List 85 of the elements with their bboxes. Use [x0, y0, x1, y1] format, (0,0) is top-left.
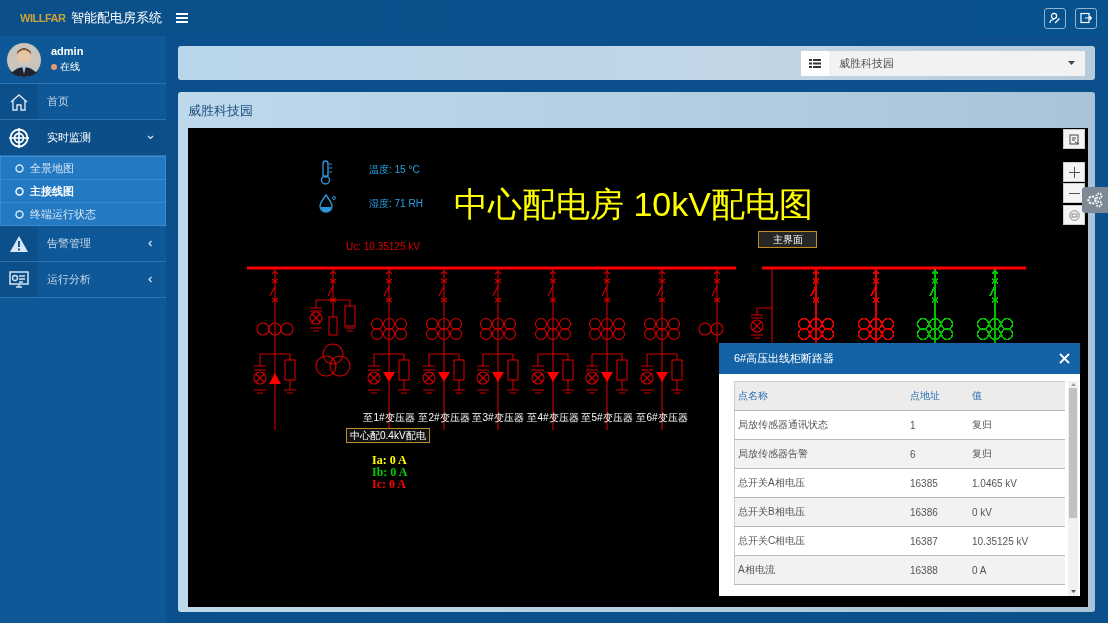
table-cell: 0 kV — [969, 497, 1066, 527]
submenu-item[interactable]: 主接线图 — [1, 180, 165, 203]
current-reading: Ia: 0 A — [372, 454, 408, 466]
avatar — [7, 42, 41, 77]
menu-item[interactable]: 实时监测 — [0, 120, 166, 156]
user-edit-button[interactable] — [1044, 7, 1066, 29]
menu-label: 告警管理 — [47, 236, 92, 251]
circle-icon — [15, 163, 24, 173]
current-reading: Ib: 0 A — [372, 466, 408, 478]
table-cell: 1.0465 kV — [969, 468, 1066, 498]
target-icon — [9, 127, 29, 148]
plus-icon — [1068, 166, 1080, 178]
column-header: 点地址 — [907, 381, 969, 411]
table-cell: 0 A — [969, 555, 1066, 585]
table-cell: 6 — [907, 439, 969, 469]
thermometer-icon — [320, 160, 333, 185]
warning-icon — [9, 234, 29, 253]
table-cell: 16387 — [907, 526, 969, 556]
scrollbar[interactable] — [1068, 381, 1078, 596]
table-cell: 总开关C相电压 — [734, 526, 907, 556]
table-cell: 复归 — [969, 410, 1066, 440]
table-cell: 复归 — [969, 439, 1066, 469]
logout-icon — [1080, 12, 1092, 24]
submenu-item[interactable]: 终端运行状态 — [1, 203, 165, 225]
column-header: 点名称 — [734, 381, 907, 411]
table-cell: 10.35125 kV — [969, 526, 1066, 556]
site-select[interactable]: 威胜科技园 — [829, 50, 1085, 76]
menu-label: 实时监测 — [47, 130, 92, 145]
feeder-label: 至1#变压器 — [362, 411, 416, 425]
table-cell: 16386 — [907, 497, 969, 527]
menu-icon[interactable] — [176, 13, 188, 23]
scroll-down-icon[interactable] — [1070, 590, 1076, 593]
logo: WILLFAR — [20, 12, 66, 24]
temperature-reading: 温度: 15 °C — [369, 163, 420, 177]
table-cell: 16385 — [907, 468, 969, 498]
feeder-label: 至4#变压器 — [526, 411, 580, 425]
home-icon — [9, 92, 29, 111]
close-icon — [1059, 353, 1070, 364]
menu-item[interactable]: 首页 — [0, 84, 166, 120]
table-cell: 16388 — [907, 555, 969, 585]
reset-view-button[interactable] — [1063, 205, 1085, 225]
zoom-out-button[interactable] — [1063, 183, 1085, 203]
table-cell: A相电流 — [734, 555, 907, 585]
table-cell: 局放传感器通讯状态 — [734, 410, 907, 440]
panel-title: 威胜科技园 — [188, 102, 254, 120]
current-reading: Ic: 0 A — [372, 478, 407, 490]
feeder-label: 至3#变压器 — [471, 411, 525, 425]
table-cell: 总开关B相电压 — [734, 497, 907, 527]
app-title: 智能配电房系统 — [71, 9, 163, 27]
circle-icon — [15, 186, 24, 196]
logout-button[interactable] — [1075, 7, 1097, 29]
feeder-label: 至5#变压器 — [580, 411, 634, 425]
monitor-icon — [9, 270, 29, 289]
close-button[interactable] — [1059, 353, 1070, 364]
diagram-title: 中心配电房 10kV配电图 — [454, 184, 813, 225]
water-drop-icon — [319, 194, 336, 213]
feeder-label: 至6#变压器 — [635, 411, 689, 425]
table-cell: 局放传感器告警 — [734, 439, 907, 469]
user-status: 在线 — [60, 60, 80, 74]
table-cell: 总开关A相电压 — [734, 468, 907, 498]
low-voltage-button[interactable]: 中心配0.4kV配电 — [346, 428, 430, 443]
dialog-title: 6#高压出线柜断路器 — [734, 351, 836, 366]
menu-label: 运行分析 — [47, 272, 92, 287]
zoom-in-button[interactable] — [1063, 162, 1085, 182]
table-cell: 1 — [907, 410, 969, 440]
voltage-reading: Uc: 10.35125 kV — [346, 241, 420, 252]
list-icon — [809, 58, 821, 68]
menu-item[interactable]: 运行分析 — [0, 262, 166, 298]
user-name: admin — [51, 45, 84, 57]
gears-icon — [1086, 191, 1104, 209]
dropdown-icon — [1068, 61, 1075, 65]
feeder-label: 至2#变压器 — [417, 411, 471, 425]
reset-icon — [1068, 209, 1080, 221]
menu-item[interactable]: 告警管理 — [0, 226, 166, 262]
export-button[interactable] — [1063, 129, 1085, 149]
circle-icon — [15, 209, 24, 219]
settings-button[interactable] — [1082, 187, 1108, 213]
document-icon — [1068, 133, 1080, 145]
humidity-reading: 湿度: 71 RH — [369, 197, 423, 211]
user-edit-icon — [1049, 12, 1061, 24]
status-dot — [51, 64, 57, 70]
main-view-button[interactable]: 主界面 — [758, 231, 817, 248]
submenu-item[interactable]: 全景地图 — [1, 157, 165, 180]
column-header: 值 — [969, 381, 1066, 411]
menu-label: 首页 — [47, 94, 70, 109]
